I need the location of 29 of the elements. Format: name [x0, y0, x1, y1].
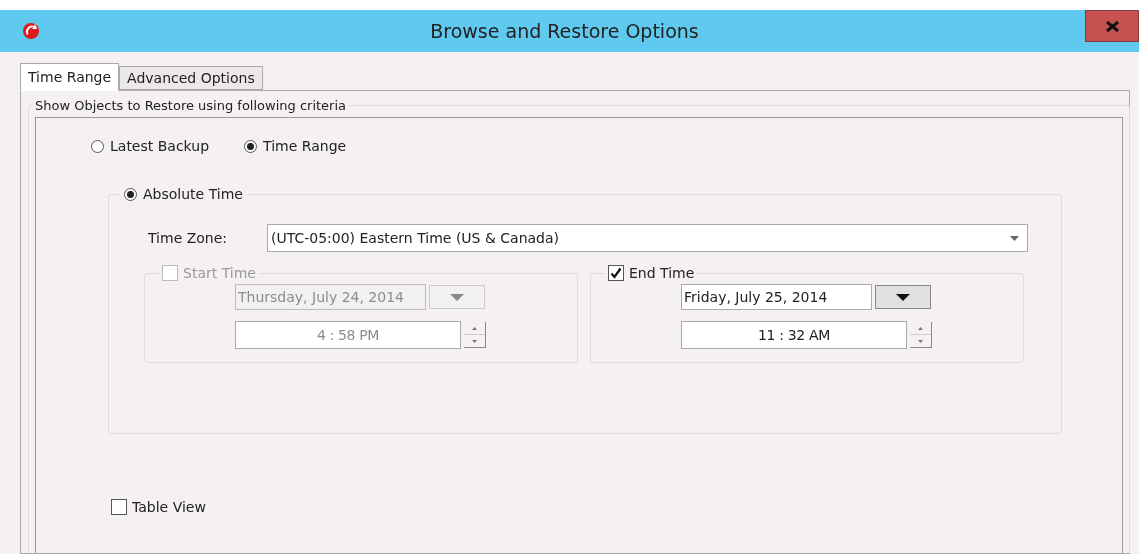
checkbox-label[interactable]: End Time — [629, 266, 695, 280]
tab[interactable]: Time Range — [20, 63, 120, 91]
time-field[interactable]: 11 : 32 AM — [681, 321, 907, 349]
radio-label[interactable]: Latest Backup — [110, 139, 210, 153]
radio-label[interactable]: Time Range — [263, 139, 347, 153]
caret-icon — [1010, 235, 1019, 241]
radio-button[interactable] — [244, 139, 258, 153]
time-zone-dropdown[interactable]: (UTC-05:00) Eastern Time (US & Canada) — [267, 224, 1028, 252]
dropdown-button[interactable] — [875, 285, 931, 309]
checkbox-label[interactable]: Table View — [132, 500, 206, 514]
date-field[interactable]: Friday, July 25, 2014 — [681, 284, 872, 310]
checkbox[interactable] — [111, 499, 127, 515]
checkbox[interactable] — [162, 265, 178, 281]
radio-button[interactable] — [91, 139, 104, 153]
radio-button[interactable] — [124, 187, 137, 201]
close-icon — [1105, 20, 1119, 32]
app-logo-icon — [22, 22, 40, 40]
checkmark-icon — [610, 267, 622, 279]
close-button[interactable] — [1085, 10, 1139, 42]
radio-label[interactable]: Absolute Time — [143, 187, 243, 201]
checkbox[interactable] — [608, 265, 624, 281]
window-title: Browse and Restore Options — [429, 18, 700, 44]
tab[interactable]: Advanced Options — [119, 66, 263, 90]
time-zone-label: Time Zone: — [148, 228, 229, 248]
caret-icon — [896, 293, 910, 301]
caret-icon — [450, 293, 464, 301]
spinner-icon[interactable] — [464, 322, 486, 348]
group-legend: Show Objects to Restore using following criteria — [35, 98, 347, 113]
spinner-icon[interactable] — [910, 322, 932, 348]
